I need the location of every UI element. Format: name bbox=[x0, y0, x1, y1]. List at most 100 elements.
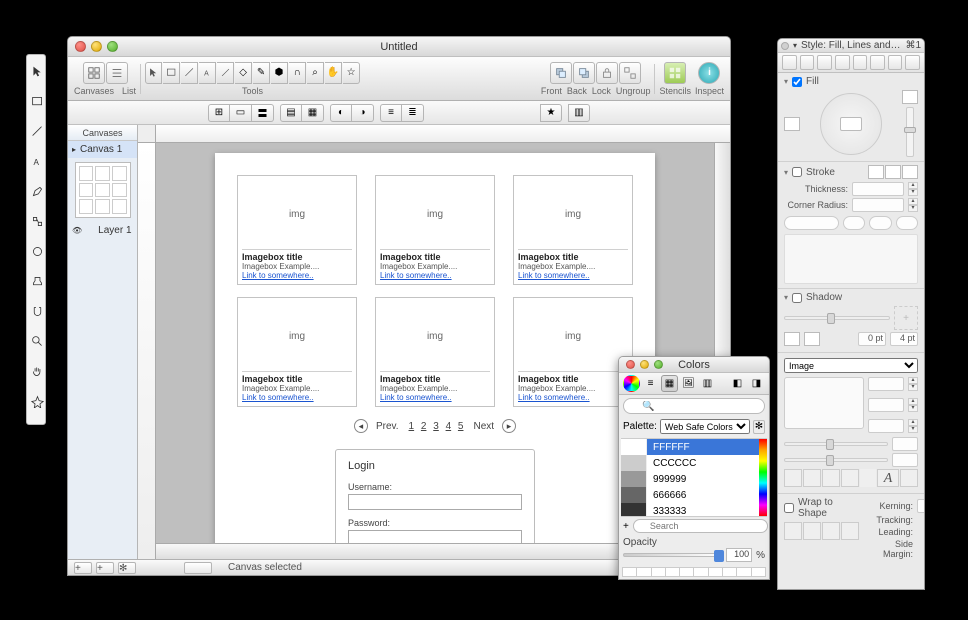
imagebox-card[interactable]: img Imagebox titleImagebox Example....Li… bbox=[375, 297, 495, 407]
tab-geometry-icon[interactable] bbox=[853, 55, 868, 70]
color-wheel-icon[interactable] bbox=[623, 375, 640, 392]
font-sample[interactable]: A bbox=[877, 469, 899, 487]
close-icon[interactable] bbox=[781, 42, 789, 50]
shadow-blur-slider[interactable] bbox=[784, 316, 890, 320]
tool-browse-icon[interactable]: ☆ bbox=[343, 62, 360, 84]
color-row[interactable]: 666666 bbox=[621, 487, 767, 503]
palette-toggle-icon[interactable]: ▥ bbox=[568, 104, 590, 122]
hand-tool-icon[interactable] bbox=[29, 360, 45, 382]
image-opacity-slider[interactable] bbox=[784, 442, 888, 446]
hue-strip[interactable] bbox=[759, 439, 767, 516]
corner-radius-field[interactable] bbox=[852, 198, 904, 212]
pointer-tool-icon[interactable] bbox=[29, 60, 45, 82]
imagebox-card[interactable]: img Imagebox title Imagebox Example.... … bbox=[237, 175, 357, 285]
shadow-type-icon[interactable] bbox=[804, 332, 820, 346]
shape-tool-icon[interactable] bbox=[29, 90, 45, 112]
canvas-page[interactable]: img Imagebox title Imagebox Example.... … bbox=[215, 153, 655, 543]
tool-text-icon[interactable]: A bbox=[199, 62, 216, 84]
rubber-stamp-icon[interactable] bbox=[29, 270, 45, 292]
line-end-style[interactable] bbox=[896, 216, 918, 230]
stencils-button[interactable] bbox=[664, 62, 686, 84]
sidebar-layer-item[interactable]: 👁Layer 1 bbox=[68, 222, 137, 239]
pager-next-label[interactable]: Next bbox=[473, 421, 494, 432]
shadow-checkbox[interactable] bbox=[792, 293, 802, 303]
tab-connections-icon[interactable] bbox=[888, 55, 903, 70]
opacity-value[interactable]: 100 bbox=[726, 548, 752, 562]
tab-props-icon[interactable] bbox=[870, 55, 885, 70]
wrap-checkbox[interactable] bbox=[784, 503, 794, 513]
colors-titlebar[interactable]: Colors bbox=[619, 357, 769, 373]
lock-button[interactable] bbox=[596, 62, 618, 84]
imagebox-card[interactable]: img Imagebox titleImagebox Example....Li… bbox=[513, 297, 633, 407]
wrap-opt-icon[interactable] bbox=[784, 522, 802, 540]
main-titlebar[interactable]: Untitled bbox=[68, 37, 730, 57]
tool-brush-icon[interactable]: ✎ bbox=[253, 62, 270, 84]
pager-next-icon[interactable]: ▸ bbox=[502, 419, 516, 433]
tab-lines-icon[interactable] bbox=[800, 55, 815, 70]
color-search-input[interactable] bbox=[623, 398, 765, 414]
inspect-button[interactable]: i bbox=[698, 62, 720, 84]
tab-text-icon[interactable] bbox=[835, 55, 850, 70]
line-mid1[interactable] bbox=[843, 216, 865, 230]
image-mode-select[interactable]: Image bbox=[784, 358, 918, 373]
corner-radius-stepper[interactable]: ▴▾ bbox=[908, 198, 918, 212]
browse-tool-icon[interactable] bbox=[29, 390, 45, 412]
style-tool-icon[interactable] bbox=[29, 240, 45, 262]
stroke-double-icon[interactable] bbox=[885, 165, 901, 179]
tab-image-icon[interactable] bbox=[817, 55, 832, 70]
line-start-style[interactable] bbox=[784, 216, 839, 230]
crayons-icon[interactable]: ▥ bbox=[699, 375, 716, 392]
page-4[interactable]: 4 bbox=[446, 421, 452, 432]
imagebox-card[interactable]: img Imagebox titleImagebox Example....Li… bbox=[513, 175, 633, 285]
tool-shape-icon[interactable] bbox=[163, 62, 180, 84]
add-color-search[interactable] bbox=[633, 519, 768, 533]
pager-prev-icon[interactable]: ◂ bbox=[354, 419, 368, 433]
fill-checkbox[interactable] bbox=[792, 77, 802, 87]
tool-hand-icon[interactable]: ✋ bbox=[325, 62, 342, 84]
thickness-stepper[interactable]: ▴▾ bbox=[908, 182, 918, 196]
color-row[interactable]: CCCCCC bbox=[621, 455, 767, 471]
list-button[interactable] bbox=[106, 62, 128, 84]
palette-gear-icon[interactable]: ✻ bbox=[753, 420, 765, 434]
stroke-custom-icon[interactable] bbox=[902, 165, 918, 179]
add-page-icon[interactable]: + bbox=[74, 562, 92, 574]
tool-zoom-icon[interactable]: ⌕ bbox=[307, 62, 324, 84]
add-color-icon[interactable]: + bbox=[623, 521, 629, 532]
mask-chip[interactable] bbox=[784, 469, 802, 487]
tool-pointer-icon[interactable] bbox=[145, 62, 162, 84]
tool-pen-icon[interactable] bbox=[217, 62, 234, 84]
color-row[interactable]: 999999 bbox=[621, 471, 767, 487]
imagebox-link[interactable]: Link to somewhere.. bbox=[242, 271, 352, 280]
color-palettes-icon[interactable]: ▦ bbox=[661, 375, 678, 392]
color-list[interactable]: FFFFFFCCCCCC999999666666333333000000 bbox=[621, 438, 767, 517]
fill-color-swatch[interactable] bbox=[784, 117, 800, 131]
color-row[interactable]: FFFFFF bbox=[621, 439, 767, 455]
extra-picker2-icon[interactable]: ◨ bbox=[748, 375, 765, 392]
tab-canvas-icon[interactable] bbox=[905, 55, 920, 70]
password-field[interactable] bbox=[348, 530, 522, 543]
ungroup-button[interactable] bbox=[619, 62, 641, 84]
add-layer-icon[interactable]: + bbox=[96, 562, 114, 574]
username-field[interactable] bbox=[348, 494, 522, 510]
gradient-dial[interactable] bbox=[820, 93, 882, 155]
imagebox-card[interactable]: img Imagebox titleImagebox Example....Li… bbox=[375, 175, 495, 285]
extra-picker-icon[interactable]: ◧ bbox=[729, 375, 746, 392]
gear-icon[interactable]: ✻ bbox=[118, 562, 136, 574]
tool-diagram-icon[interactable]: ◇ bbox=[235, 62, 252, 84]
image-palettes-icon[interactable]: 🖼 bbox=[680, 375, 697, 392]
back-button[interactable] bbox=[573, 62, 595, 84]
magnet-tool-icon[interactable] bbox=[29, 300, 45, 322]
shadow-x-field[interactable]: 0 pt bbox=[858, 332, 886, 346]
stroke-checkbox[interactable] bbox=[792, 167, 802, 177]
tool-line-icon[interactable] bbox=[181, 62, 198, 84]
zoom-tool-icon[interactable] bbox=[29, 330, 45, 352]
color-well[interactable] bbox=[622, 567, 637, 577]
stroke-single-icon[interactable] bbox=[868, 165, 884, 179]
diagram-tool-icon[interactable] bbox=[29, 210, 45, 232]
line-tool-icon[interactable] bbox=[29, 120, 45, 142]
style-titlebar[interactable]: ▾ Style: Fill, Lines and Shapes, Sha… ⌘1 bbox=[778, 39, 924, 53]
image-preview[interactable] bbox=[784, 377, 864, 429]
front-button[interactable] bbox=[550, 62, 572, 84]
horizontal-ruler[interactable] bbox=[156, 125, 730, 143]
color-sliders-icon[interactable]: ≡ bbox=[642, 375, 659, 392]
